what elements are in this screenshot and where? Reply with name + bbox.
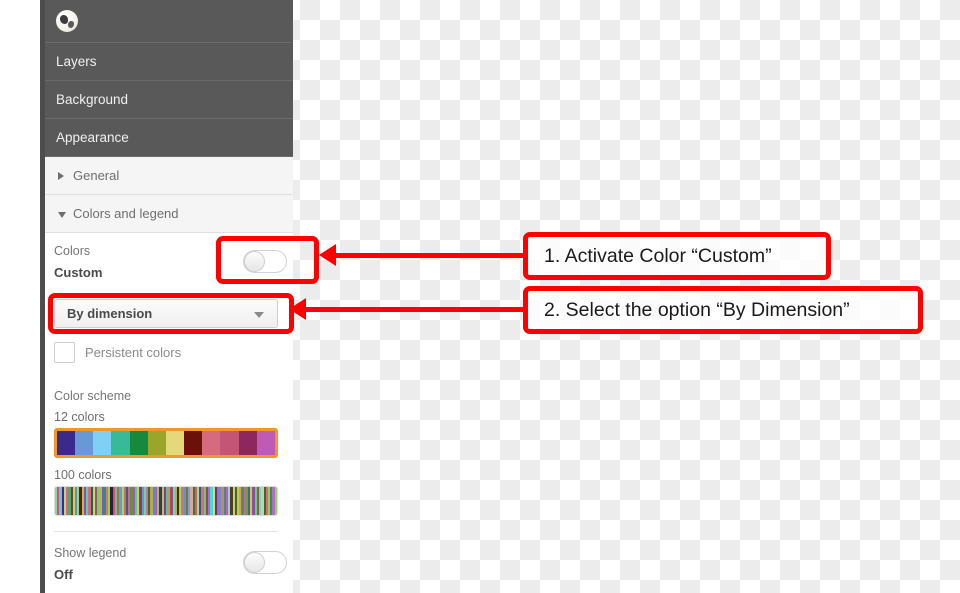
colors-value: Custom	[54, 265, 103, 280]
swatch-cell	[93, 431, 112, 455]
swatch-cell	[147, 431, 166, 455]
tab-layers[interactable]: Layers	[45, 43, 293, 81]
show-legend-toggle[interactable]	[243, 551, 287, 574]
legend-divider	[54, 531, 278, 532]
annotation-arrow-1-head	[319, 244, 336, 266]
caret-down-icon	[58, 212, 66, 218]
caret-right-icon	[58, 172, 64, 180]
swatch-12-colors-label: 12 colors	[54, 410, 105, 424]
swatch-100-colors-label: 100 colors	[54, 468, 112, 482]
toggle-knob	[244, 552, 265, 573]
persistent-colors-checkbox[interactable]	[54, 342, 75, 363]
swatch-cell	[274, 487, 277, 515]
section-general[interactable]: General	[45, 157, 293, 195]
highlight-box-dimension-select	[48, 293, 294, 334]
panel-titlebar	[45, 0, 293, 43]
section-general-label: General	[73, 168, 120, 183]
show-legend-value: Off	[54, 567, 73, 582]
annotation-arrow-1-line	[330, 253, 526, 258]
section-colors-and-legend-label: Colors and legend	[73, 206, 179, 221]
left-gutter	[0, 0, 40, 593]
show-legend-label: Show legend	[54, 546, 127, 560]
swatch-cell	[165, 431, 185, 455]
section-colors-and-legend[interactable]: Colors and legend	[45, 195, 293, 233]
persistent-colors-label: Persistent colors	[85, 345, 182, 360]
swatch-12-colors[interactable]	[54, 428, 278, 458]
swatch-cell	[57, 431, 76, 455]
annotation-arrow-2-line	[300, 307, 526, 312]
swatch-cell	[238, 431, 257, 455]
annotation-arrow-2-head	[289, 298, 306, 320]
highlight-box-colors-toggle	[216, 236, 319, 284]
color-scheme-label: Color scheme	[54, 389, 132, 403]
colors-label: Colors	[54, 244, 91, 258]
swatch-cell	[202, 431, 221, 455]
swatch-cell	[256, 431, 275, 455]
tab-appearance[interactable]: Appearance	[45, 119, 293, 157]
swatch-cell	[184, 431, 203, 455]
swatch-cell	[75, 431, 94, 455]
swatch-100-colors[interactable]	[54, 486, 278, 516]
swatch-cell	[111, 431, 130, 455]
tab-background[interactable]: Background	[45, 81, 293, 119]
panel-body: Colors Custom By dimension Persistent co…	[45, 234, 293, 593]
globe-map-icon	[56, 10, 78, 32]
swatch-cell	[129, 431, 148, 455]
annotation-callout-2: 2. Select the option “By Dimension”	[523, 286, 923, 334]
annotation-callout-1: 1. Activate Color “Custom”	[523, 232, 831, 280]
swatch-cell	[220, 431, 239, 455]
